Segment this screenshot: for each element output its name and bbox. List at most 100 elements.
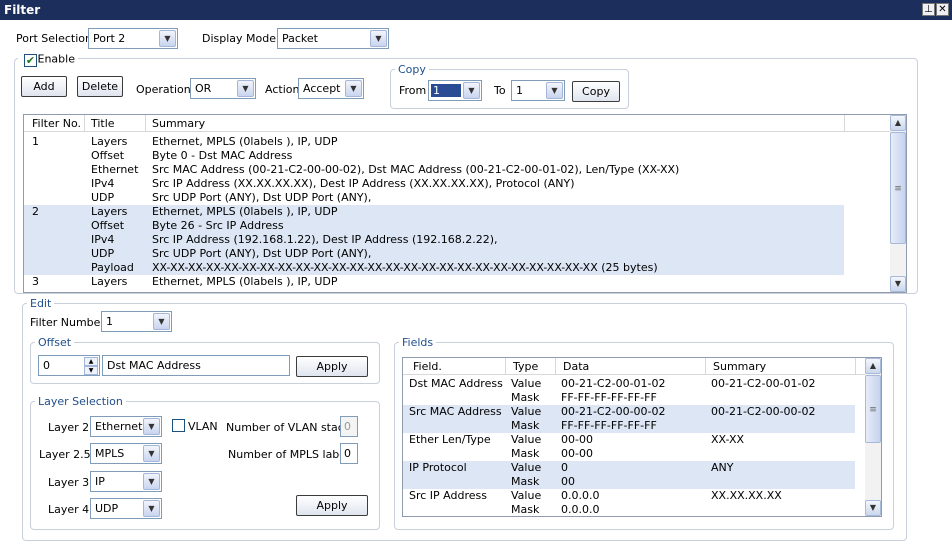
mpls-labels-input[interactable]: 0 (340, 443, 358, 464)
fields-row[interactable]: Mask 00 (403, 475, 855, 489)
table-row[interactable]: 2 Layers Ethernet, MPLS (0labels ), IP, UD… (24, 205, 844, 219)
table-row[interactable]: Offset Byte 0 - Dst MAC Address (24, 149, 844, 163)
pin-icon[interactable]: ⊥ (922, 3, 935, 16)
layer4-dropdown[interactable]: UDP ▼ (90, 498, 162, 519)
chevron-down-icon[interactable]: ▼ (463, 82, 480, 99)
column-header[interactable]: Summary (152, 117, 205, 130)
filter-number-dropdown[interactable]: 1 ▼ (101, 311, 172, 332)
scroll-thumb[interactable]: ≡ (865, 375, 881, 443)
layer2-label: Layer 2 (48, 421, 90, 434)
table-cell-summary: Byte 0 - Dst MAC Address (152, 149, 293, 162)
chevron-down-icon[interactable]: ▼ (370, 30, 387, 47)
layer25-dropdown[interactable]: MPLS ▼ (90, 443, 162, 464)
fields-cell-summary: 00-21-C2-00-00-02 (711, 405, 816, 418)
fields-cell-type: Mask (511, 503, 540, 516)
port-selection-dropdown[interactable]: Port 2 ▼ (88, 28, 178, 49)
filter-table[interactable]: Filter No. Title Summary 1 Layers Ethernet… (23, 114, 907, 293)
column-header[interactable]: Title (91, 117, 115, 130)
table-row[interactable]: Offset Byte 26 - Src IP Address (24, 219, 844, 233)
add-button[interactable]: Add (21, 76, 67, 97)
vlan-checkbox[interactable] (172, 419, 185, 432)
column-header[interactable]: Filter No. (32, 117, 81, 130)
offset-spinner[interactable]: 0 ▲ ▼ (38, 355, 100, 376)
filter-table-scrollbar[interactable]: ▲ ≡ ▼ (890, 115, 906, 292)
copy-button[interactable]: Copy (572, 81, 620, 102)
fields-cell-field: Ether Len/Type (409, 433, 491, 446)
fields-cell-data: 0.0.0.0 (561, 489, 600, 502)
arrow-down-icon[interactable]: ▼ (84, 366, 98, 375)
table-cell-title: IPv4 (91, 233, 115, 246)
chevron-down-icon[interactable]: ▼ (546, 82, 563, 99)
display-mode-dropdown[interactable]: Packet ▼ (277, 28, 389, 49)
column-header[interactable]: Summary (713, 360, 766, 373)
chevron-down-icon[interactable]: ▼ (143, 500, 160, 517)
fields-row[interactable]: Ether Len/Type Value 00-00 XX-XX (403, 433, 855, 447)
chevron-down-icon[interactable]: ▼ (143, 445, 160, 462)
table-cell-title: Ethernet (91, 163, 139, 176)
port-selection-value: Port 2 (93, 32, 126, 45)
column-header[interactable]: Field. (413, 360, 442, 373)
table-row[interactable]: Ethernet Src MAC Address (00-21-C2-00-00-… (24, 163, 844, 177)
enable-checkbox-wrap[interactable]: ✔ Enable (18, 52, 78, 67)
delete-button[interactable]: Delete (77, 76, 123, 97)
fields-cell-data: 0 (561, 461, 568, 474)
fields-cell-data: 00-00 (561, 447, 593, 460)
offset-field-textbox[interactable]: Dst MAC Address (102, 355, 290, 376)
column-header[interactable]: Data (563, 360, 589, 373)
chevron-down-icon[interactable]: ▼ (237, 80, 254, 97)
chevron-down-icon[interactable]: ▼ (153, 313, 170, 330)
fields-table-scrollbar[interactable]: ▲ ≡ ▼ (865, 358, 881, 516)
scroll-thumb[interactable]: ≡ (890, 132, 906, 244)
offset-value: 0 (43, 359, 50, 372)
fields-row[interactable]: Mask 00-00 (403, 447, 855, 461)
enable-label: Enable (37, 52, 75, 66)
column-header[interactable]: Type (513, 360, 538, 373)
table-row[interactable]: IPv4 Src IP Address (XX.XX.XX.XX), Dest I… (24, 177, 844, 191)
arrow-down-icon[interactable]: ▼ (865, 500, 881, 516)
offset-apply-button[interactable]: Apply (296, 356, 368, 377)
chevron-down-icon[interactable]: ▼ (159, 30, 176, 47)
window-titlebar: Filter (0, 0, 952, 20)
table-row[interactable]: UDP Src UDP Port (ANY), Dst UDP Port (ANY… (24, 191, 844, 205)
copy-from-value: 1 (431, 84, 461, 97)
fields-table[interactable]: Field. Type Data Summary Dst MAC Address… (402, 357, 882, 517)
fields-row[interactable]: Mask FF-FF-FF-FF-FF-FF (403, 391, 855, 405)
enable-checkbox[interactable]: ✔ (24, 53, 37, 67)
copy-to-value: 1 (516, 84, 523, 97)
fields-row[interactable]: Mask FF-FF-FF-FF-FF-FF (403, 419, 855, 433)
layer2-dropdown[interactable]: Ethernet ▼ (90, 416, 162, 437)
fields-row[interactable]: Dst MAC Address Value 00-21-C2-00-01-02 00-… (403, 377, 855, 391)
fields-table-header: Field. Type Data Summary (403, 358, 865, 375)
operation-dropdown[interactable]: OR ▼ (190, 78, 256, 99)
table-row[interactable]: 3 Layers Ethernet, MPLS (0labels ), IP, UD… (24, 275, 844, 289)
fields-cell-summary: ANY (711, 461, 734, 474)
close-icon[interactable]: ✕ (936, 3, 949, 16)
table-row[interactable]: Payload XX-XX-XX-XX-XX-XX-XX-XX-XX-XX-XX-… (24, 261, 844, 275)
copy-to-label: To (494, 84, 506, 97)
fields-row[interactable]: Mask 0.0.0.0 (403, 503, 855, 516)
arrow-up-icon[interactable]: ▲ (865, 358, 881, 374)
table-row[interactable]: 1 Layers Ethernet, MPLS (0labels ), IP, UD… (24, 135, 844, 149)
copy-from-dropdown[interactable]: 1 ▼ (428, 80, 482, 101)
arrow-up-icon[interactable]: ▲ (84, 357, 98, 366)
fields-row[interactable]: Src IP Address Value 0.0.0.0 XX.XX.XX.XX (403, 489, 855, 503)
chevron-down-icon[interactable]: ▼ (143, 473, 160, 490)
window-title: Filter (4, 3, 41, 17)
operation-label: Operation (136, 83, 191, 96)
arrow-down-icon[interactable]: ▼ (890, 276, 906, 292)
chevron-down-icon[interactable]: ▼ (143, 418, 160, 435)
fields-row[interactable]: Src MAC Address Value 00-21-C2-00-00-02 00-… (403, 405, 855, 419)
table-row[interactable]: IPv4 Src IP Address (192.168.1.22), Dest … (24, 233, 844, 247)
vlan-stacks-label: Number of VLAN stacks (226, 421, 356, 434)
arrow-up-icon[interactable]: ▲ (890, 115, 906, 131)
copy-to-dropdown[interactable]: 1 ▼ (511, 80, 565, 101)
layers-apply-button[interactable]: Apply (296, 495, 368, 516)
table-row[interactable]: UDP Src UDP Port (ANY), Dst UDP Port (ANY… (24, 247, 844, 261)
fields-row[interactable]: IP Protocol Value 0 ANY (403, 461, 855, 475)
action-dropdown[interactable]: Accept ▼ (298, 78, 364, 99)
fields-cell-type: Value (511, 489, 542, 502)
vlan-stacks-input[interactable]: 0 (340, 416, 358, 437)
chevron-down-icon[interactable]: ▼ (345, 80, 362, 97)
layer3-dropdown[interactable]: IP ▼ (90, 471, 162, 492)
display-mode-value: Packet (282, 32, 318, 45)
